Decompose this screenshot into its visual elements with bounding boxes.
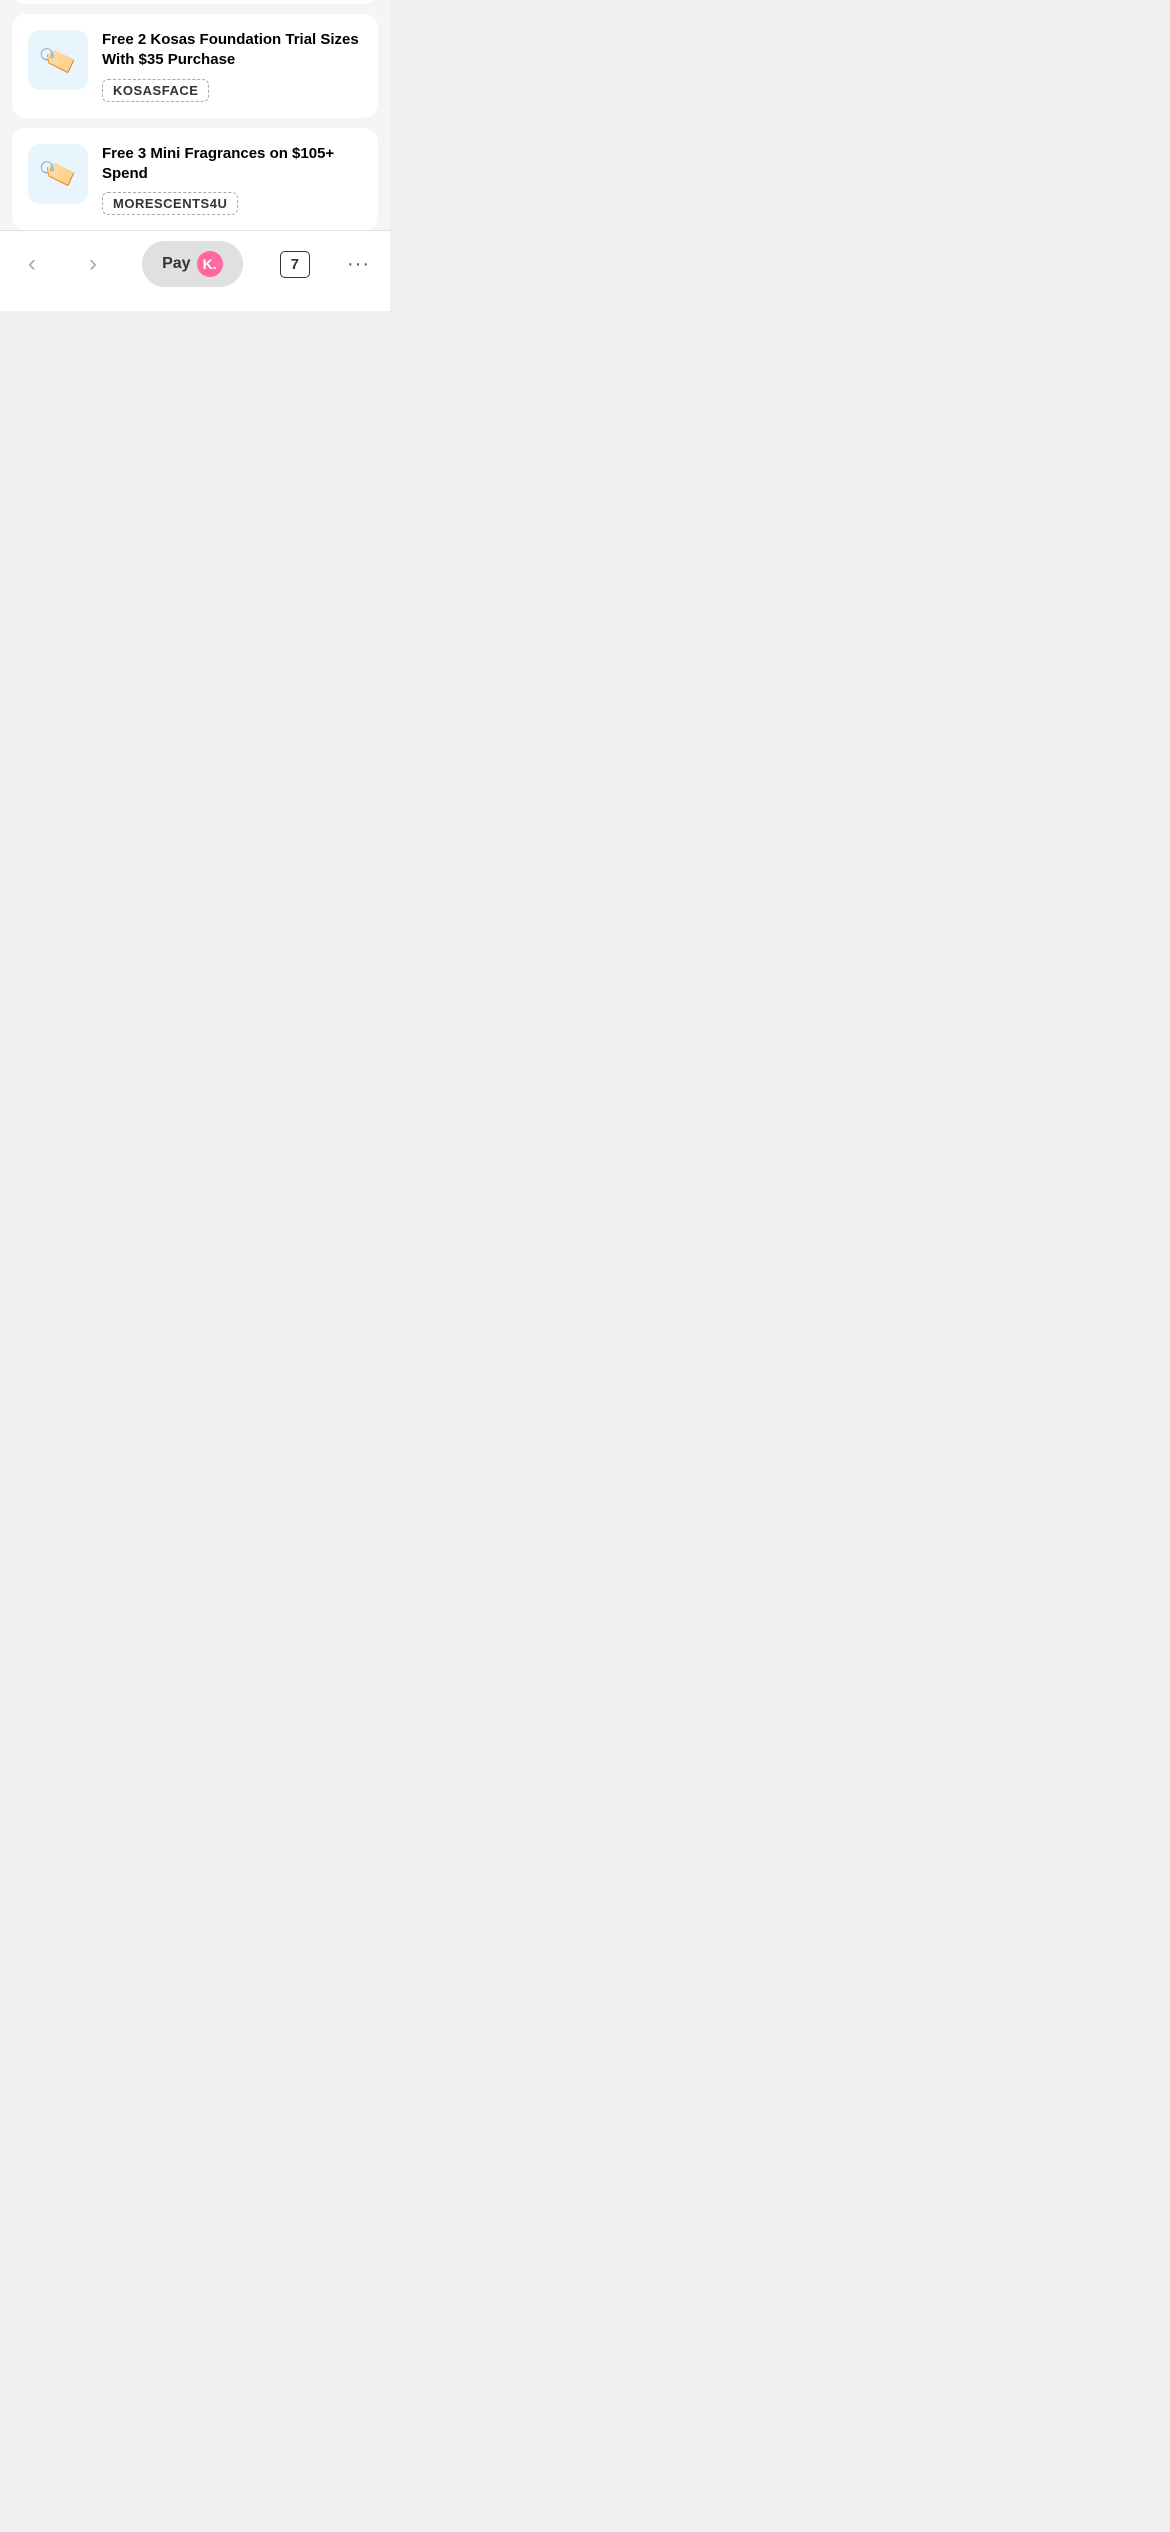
klarna-k-icon: K. <box>197 251 223 277</box>
forward-button[interactable]: › <box>81 246 105 282</box>
coupon-title-2: Free 2 Kosas Foundation Trial Sizes With… <box>102 30 362 71</box>
coupon-tag-icon-2: 🏷️ <box>36 39 80 82</box>
more-options-button[interactable]: ··· <box>347 253 370 276</box>
pay-klarna-button[interactable]: Pay K. <box>142 241 242 287</box>
coupon-card-1[interactable]: 🏷️ Free 1 Hydrating Skincare Trial Size … <box>12 0 378 4</box>
bottom-nav: ‹ › Pay K. 7 ··· <box>0 230 390 311</box>
coupon-title-3: Free 3 Mini Fragrances on $105+ Spend <box>102 144 362 185</box>
coupon-tag-icon-3: 🏷️ <box>36 152 80 195</box>
coupon-card-2[interactable]: 🏷️ Free 2 Kosas Foundation Trial Sizes W… <box>12 14 378 118</box>
pay-label: Pay <box>162 255 190 273</box>
coupon-code-2: KOSASFACE <box>102 79 209 102</box>
coupon-info-3: Free 3 Mini Fragrances on $105+ Spend MO… <box>102 144 362 216</box>
coupon-icon-2: 🏷️ <box>28 30 88 90</box>
back-button[interactable]: ‹ <box>20 246 44 282</box>
tabs-count[interactable]: 7 <box>280 251 310 278</box>
coupon-icon-3: 🏷️ <box>28 144 88 204</box>
coupon-list: 🏷️ Free 1 Hydrating Skincare Trial Size … <box>0 0 390 231</box>
coupon-code-3: MORESCENTS4U <box>102 192 238 215</box>
coupon-info-2: Free 2 Kosas Foundation Trial Sizes With… <box>102 30 362 102</box>
coupon-card-3[interactable]: 🏷️ Free 3 Mini Fragrances on $105+ Spend… <box>12 128 378 232</box>
